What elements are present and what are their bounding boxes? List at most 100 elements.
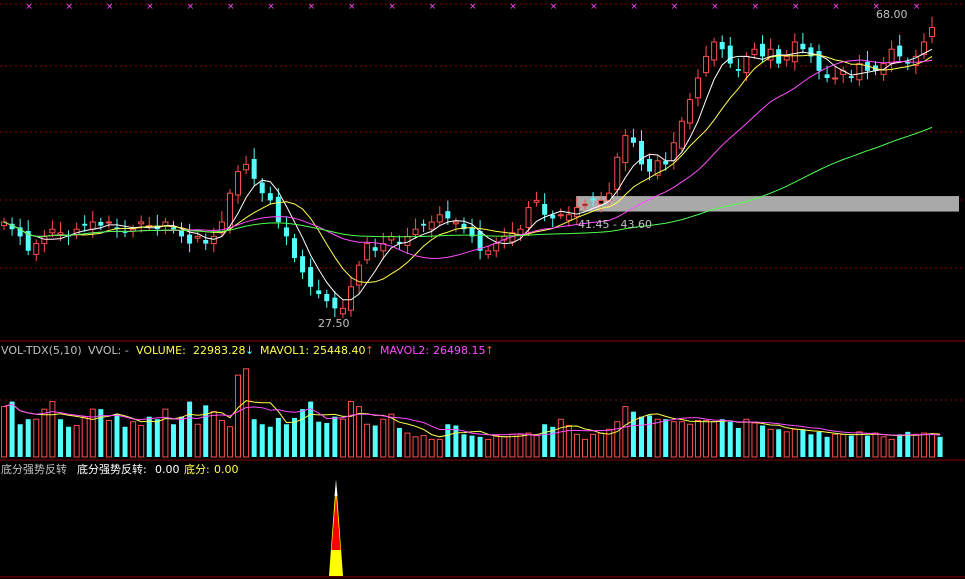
top-marker: × <box>913 2 921 12</box>
volume-bar <box>332 416 338 457</box>
candle-body <box>493 243 500 252</box>
candle-body <box>743 55 750 74</box>
volume-bar <box>848 435 854 457</box>
top-marker: × <box>671 2 679 12</box>
volume-bar <box>226 426 233 458</box>
volume-bar <box>372 425 378 457</box>
candle-body <box>89 221 96 230</box>
candle-body <box>800 43 806 50</box>
volume-bar <box>647 415 653 457</box>
top-marker: × <box>429 2 437 12</box>
candle-body <box>760 43 766 57</box>
candle-body <box>49 228 56 234</box>
candle-body <box>170 227 176 230</box>
volume-bar <box>412 436 419 458</box>
volume-bar <box>203 405 209 457</box>
volume-bar <box>912 433 919 458</box>
volume-bar <box>590 433 597 458</box>
volume-bar <box>218 419 225 458</box>
volume-bar <box>57 419 63 457</box>
volume-bar <box>283 424 289 457</box>
candle-body <box>711 41 718 61</box>
volume-bar <box>670 421 677 458</box>
volume-bar <box>880 436 887 458</box>
candle-body <box>259 182 265 194</box>
volume-bar <box>146 416 152 457</box>
candle-body <box>187 234 193 244</box>
highlight-rect <box>576 196 959 212</box>
candle-body <box>557 214 564 217</box>
candle-body <box>243 163 250 171</box>
volume-bar <box>251 419 257 457</box>
high-price-label: 68.00 <box>876 8 908 21</box>
volume-bar <box>81 416 88 458</box>
volume-bar <box>816 431 822 457</box>
mavol1-label: MAVOL1: <box>260 344 309 357</box>
volume-bar <box>364 423 371 458</box>
volume-bar <box>638 416 644 457</box>
volume-bar <box>573 433 580 458</box>
candle-body <box>856 63 863 81</box>
candle-body <box>316 290 322 294</box>
volume-label: VOLUME: <box>136 344 186 357</box>
candle-body <box>590 198 596 201</box>
mavol2-value: 26498.15 <box>433 344 486 357</box>
volume-bar <box>735 428 741 457</box>
candle-body <box>275 196 281 222</box>
volume-bar <box>396 428 402 457</box>
candle-body <box>735 69 741 71</box>
candle-body <box>791 41 798 63</box>
volume-bar <box>388 413 395 458</box>
candle-body <box>598 199 605 205</box>
volume-bar <box>259 424 265 457</box>
volume-bar <box>41 408 48 458</box>
stock-chart[interactable]: × × × × × × × × × × × × × × × × × × × × × × × 68.00 27.50 41.4… <box>0 0 965 579</box>
candle-body <box>928 27 936 38</box>
top-marker: × <box>267 2 275 12</box>
top-marker: × <box>348 2 356 12</box>
volume-bar <box>66 426 72 457</box>
candle-body <box>783 55 790 61</box>
volume-bar <box>776 429 782 457</box>
volume-bar <box>235 374 242 458</box>
volume-bar <box>179 416 185 457</box>
candle-body <box>162 221 169 227</box>
ma5-line <box>3 48 933 301</box>
grid-lines: × × × × × × × × × × × × × × × × × × × × × × × <box>0 2 965 578</box>
top-marker: × <box>832 2 840 12</box>
candle-body <box>308 267 314 287</box>
candle-body <box>82 223 88 226</box>
candle-body <box>41 235 48 245</box>
indicator-item2-value: 0.00 <box>214 463 239 476</box>
volume-bar <box>840 433 847 458</box>
candle-body <box>210 235 217 245</box>
candle-body <box>663 160 669 165</box>
moving-average-lines <box>3 48 933 301</box>
volume-bar <box>928 433 936 458</box>
top-marker: × <box>711 2 719 12</box>
volume-bar <box>686 423 693 458</box>
volume-bar <box>73 425 80 458</box>
volume-bar <box>832 433 839 458</box>
ma60-line <box>3 126 933 238</box>
volume-bar <box>719 419 725 457</box>
candle-body <box>445 211 451 219</box>
candle-body <box>533 199 540 203</box>
candle-body <box>332 297 338 309</box>
volume-bar <box>469 435 475 457</box>
volume-bar <box>485 438 492 458</box>
volume-bar <box>428 438 435 458</box>
volume-bar <box>122 426 128 457</box>
candle-body <box>670 142 677 162</box>
candle-body <box>832 77 839 80</box>
volume-bar <box>808 434 814 457</box>
volume-bar <box>292 417 298 457</box>
candle-body <box>251 159 257 179</box>
volume-indicator-name: VOL-TDX(5,10) <box>1 344 82 357</box>
volume-bar <box>824 436 830 457</box>
volume-bar <box>347 401 354 458</box>
candle-body <box>622 135 629 164</box>
top-marker: × <box>590 2 598 12</box>
top-marker: × <box>751 2 759 12</box>
volume-value: 22983.28 <box>193 344 246 357</box>
